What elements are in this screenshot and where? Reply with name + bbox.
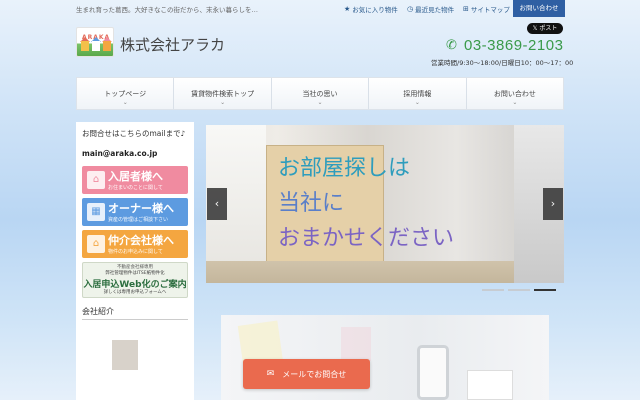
slide-caption-line: 当社に [278,191,345,216]
house-icon: ⌂ [87,235,105,253]
envelope-icon: ✉ [266,369,275,379]
slide-caption-line: お部屋探しは [278,156,411,181]
chevron-down-icon: ⌄ [317,99,323,106]
sidebar-message: お問合せはこちらのmailまで♪ [82,129,186,138]
building-icon: ▦ [87,203,105,221]
banner-title: オーナー様へ [108,202,174,215]
slider-dot[interactable] [508,289,530,291]
star-icon: ★ [344,5,351,13]
clock-icon: ◷ [407,5,414,13]
chevron-down-icon: ⌄ [220,99,226,106]
nav-item-rental-search[interactable]: 賃貸物件検索トップ ⌄ [174,78,272,109]
banner-residents[interactable]: ⌂ 入居者様へ お住まいのことに関して [82,166,188,194]
business-hours: 営業時間/9:30〜18:00/日曜日10：00〜17：00 [431,59,574,67]
contact-button[interactable]: お問い合わせ [513,0,565,17]
nav-label: お問い合わせ [493,89,536,98]
x-post-label: ポスト [539,25,558,32]
recent-label: 最近見た物件 [415,6,455,14]
phone-icon: ✆ [446,38,457,53]
image-smartphone [417,345,449,400]
banner-agents[interactable]: ⌂ 仲介会社様へ 物件のお申込みに関して [82,230,188,258]
sidebar: お問合せはこちらのmailまで♪ main@araka.co.jp ⌂ 入居者様… [76,122,194,400]
logo-house [81,41,89,51]
chevron-down-icon: ⌄ [512,99,518,106]
slider-dot[interactable] [482,289,504,291]
favorites-label: お気に入り物件 [352,6,398,14]
company-thumbnail[interactable] [112,340,138,370]
nav-label: トップページ [104,89,147,98]
mail-contact-button[interactable]: ✉ メールでお問合せ [243,359,370,389]
nav-label: 賃貸物件検索トップ [191,89,255,98]
company-name[interactable]: 株式会社アラカ [120,34,225,55]
chevron-down-icon: ⌄ [122,99,128,106]
logo-house [92,41,100,51]
banner-subtitle: 物件のお申込みに関して [108,249,163,255]
phone-number[interactable]: 03-3869-2103 [464,37,563,54]
house-icon: ⌂ [87,171,105,189]
slider-dot-active[interactable] [534,289,556,291]
nav-label: 当社の思い [302,89,338,98]
sitemap-label: サイトマップ [470,6,510,14]
banner-title: 入居者様へ [108,170,163,183]
banner-web-application[interactable]: 不動産会社様専用 弊社管理物件はITSE紙物件化 入居申込Web化のご案内 詳し… [82,262,188,298]
mail-contact-label: メールでお問合せ [282,369,347,379]
slider-prev-button[interactable]: ‹ [207,188,227,220]
image-note [341,327,371,361]
web-banner-line: 弊社管理物件はITSE紙物件化 [105,271,165,276]
banner-title: 仲介会社様へ [108,234,174,247]
chevron-down-icon: ⌄ [414,99,420,106]
slide-caption-line: おまかせください [278,226,455,251]
sitemap-icon: ⊞ [463,5,469,13]
web-banner-line: 詳しくは専用お申込フォームへ [103,290,167,295]
nav-label: 採用情報 [403,89,432,98]
logo-house [103,41,111,51]
x-icon: 𝕏 [532,25,538,32]
image-card [467,370,513,400]
nav-item-recruit[interactable]: 採用情報 ⌄ [369,78,467,109]
recent-link[interactable]: ◷ 最近見た物件 [407,4,454,14]
favorites-link[interactable]: ★ お気に入り物件 [344,4,398,14]
x-post-button[interactable]: 𝕏 ポスト [527,23,563,34]
hero-slider[interactable]: お部屋探しは 当社に おまかせください [206,125,564,283]
main-nav: トップページ ⌄ 賃貸物件検索トップ ⌄ 当社の思い ⌄ 採用情報 ⌄ お問い合… [76,77,564,110]
company-logo[interactable]: ARAKA [76,27,114,57]
sitemap-link[interactable]: ⊞ サイトマップ [463,4,510,14]
nav-item-philosophy[interactable]: 当社の思い ⌄ [272,78,370,109]
banner-subtitle: お住まいのことに関して [108,185,163,191]
nav-item-top[interactable]: トップページ ⌄ [77,78,175,109]
sidebar-email[interactable]: main@araka.co.jp [82,149,188,158]
banner-subtitle: 資産の管理はご相談下さい [108,217,169,223]
slide-caption: お部屋探しは 当社に おまかせください [278,151,454,256]
nav-item-contact[interactable]: お問い合わせ ⌄ [467,78,563,109]
company-intro-heading: 会社紹介 [82,306,188,320]
slider-dots [482,289,556,291]
slider-next-button[interactable]: › [543,188,563,220]
slide-floor [206,261,564,283]
banner-owners[interactable]: ▦ オーナー様へ 資産の管理はご相談下さい [82,198,188,226]
site-tagline: 生まれ育った葛西。大好きなこの街だから、末永い暮らしを… [76,6,258,14]
